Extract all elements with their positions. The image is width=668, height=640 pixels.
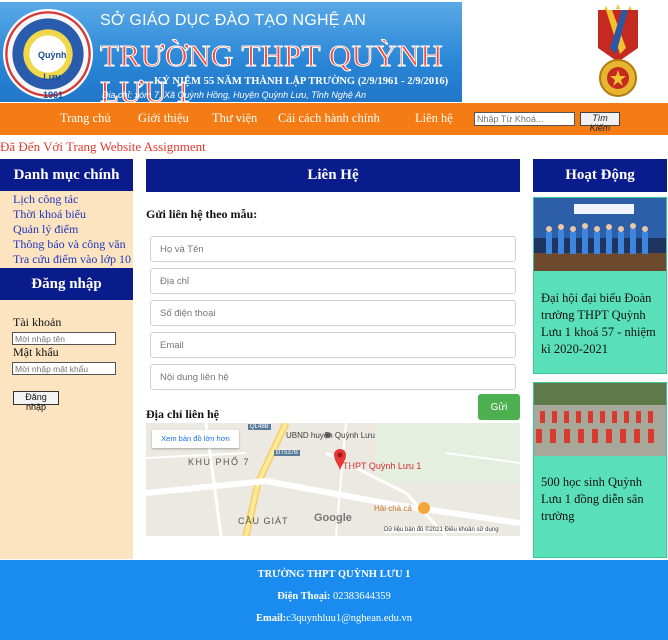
logo-year: 1961	[42, 90, 64, 100]
password-label: Mật khẩu	[13, 345, 59, 359]
footer-phone: Điện Thoại: 02383644359	[0, 591, 668, 602]
login-heading: Đăng nhập	[0, 268, 133, 300]
activity-card[interactable]: Đại hội đại biểu Đoàn trường THPT Quỳnh …	[533, 197, 667, 374]
contact-address-title: Địa chỉ liên hệ	[146, 407, 220, 421]
view-larger-map-link[interactable]: Xem bản đồ lớn hơn	[152, 430, 239, 448]
send-button[interactable]: Gửi	[478, 394, 520, 420]
nav-library[interactable]: Thư viện	[212, 111, 257, 126]
address-field[interactable]	[150, 268, 516, 294]
footer-email: Email:c3quynhluu1@nghean.edu.vn	[0, 613, 668, 624]
police-medal-icon	[598, 4, 638, 97]
map-road-dt537b: ĐT537B	[274, 450, 301, 456]
menu-item-grade-management[interactable]: Quản lý điểm	[13, 222, 78, 237]
nav-contact[interactable]: Liên hệ	[415, 111, 453, 126]
activity-photo	[534, 198, 666, 271]
banner-background: Quỳnh Lưu 1961 SỞ GIÁO DỤC ĐÀO TẠO NGHỆ …	[0, 2, 462, 110]
name-field[interactable]	[150, 236, 516, 262]
contact-form-title: Gửi liên hệ theo mẫu:	[146, 207, 258, 221]
restaurant-icon	[418, 502, 430, 514]
map-label-school: THPT Quỳnh Lưu 1	[343, 461, 422, 471]
main-menu-heading: Danh mục chính	[0, 159, 133, 191]
login-button[interactable]: Đăng nhập	[13, 391, 59, 412]
activity-card[interactable]: 500 học sinh Quỳnh Lưu 1 đồng diễn sân t…	[533, 382, 667, 558]
map-attribution: Dữ liệu bản đồ ©2021 Điều khoản sử dụng	[384, 527, 499, 533]
school-logo: Quỳnh Lưu 1961	[3, 9, 93, 100]
department-name: SỞ GIÁO DỤC ĐÀO TẠO NGHỆ AN	[100, 12, 366, 29]
footer-school-name: TRƯỜNG THPT QUỲNH LƯU 1	[257, 569, 411, 580]
nav-home[interactable]: Trang chủ	[60, 111, 111, 126]
menu-item-work-schedule[interactable]: Lịch công tác	[13, 192, 78, 207]
activity-title: Đại hội đại biểu Đoàn trường THPT Quỳnh …	[541, 291, 656, 356]
google-logo: Google	[314, 512, 352, 524]
content-field[interactable]	[150, 364, 516, 390]
activity-title: 500 học sinh Quỳnh Lưu 1 đồng diễn sân t…	[541, 475, 644, 523]
footer-email-label: Email:	[255, 613, 287, 624]
embedded-map[interactable]: Xem bản đồ lớn hơn UBND huyện Quỳnh Lưu …	[146, 423, 520, 536]
welcome-marquee: Đã Đến Với Trang Website Assignment	[0, 139, 206, 154]
contact-heading: Liên Hệ	[146, 159, 520, 192]
footer-email-value[interactable]: c3quynhluu1@nghean.edu.vn	[286, 613, 412, 624]
username-label: Tài khoản	[13, 315, 62, 329]
search-input[interactable]	[474, 112, 575, 126]
email-field[interactable]	[150, 332, 516, 358]
footer-phone-value: 02383644359	[330, 591, 391, 602]
map-road-ql48b: QL48B	[248, 424, 271, 430]
logo-text: Quỳnh Lưu	[38, 50, 67, 82]
map-label-restaurant: Hải chả cá	[374, 504, 412, 513]
map-label-ubnd: UBND huyện Quỳnh Lưu	[286, 431, 375, 440]
activity-photo	[534, 383, 666, 456]
activities-heading: Hoạt Động	[533, 159, 667, 192]
school-address: Địa chỉ: xóm 7, Xã Quỳnh Hồng, Huyện Quỳ…	[102, 90, 367, 100]
menu-item-grade10-lookup[interactable]: Tra cứu điểm vào lớp 10	[13, 252, 131, 267]
page-footer: TRƯỜNG THPT QUỲNH LƯU 1 Điện Thoại: 0238…	[0, 560, 668, 640]
search-button[interactable]: Tìm Kiếm	[580, 112, 620, 133]
username-input[interactable]	[12, 332, 116, 345]
map-label-cau-giat: CẦU GIÁT	[238, 516, 289, 526]
anniversary-text: KỶ NIỆM 55 NĂM THÀNH LẬP TRƯỜNG (2/9/196…	[154, 76, 449, 87]
menu-item-timetable[interactable]: Thời khoá biểu	[13, 207, 86, 222]
phone-field[interactable]	[150, 300, 516, 326]
nav-about[interactable]: Giới thiệu	[138, 111, 189, 126]
header-banner: Quỳnh Lưu 1961 SỞ GIÁO DỤC ĐÀO TẠO NGHỆ …	[0, 0, 668, 110]
nav-admin-reform[interactable]: Cải cách hành chính	[278, 111, 380, 126]
password-input[interactable]	[12, 362, 116, 375]
footer-phone-label: Điện Thoại:	[277, 591, 331, 602]
map-label-khu-pho: KHU PHỐ 7	[188, 457, 251, 467]
menu-item-announcements[interactable]: Thông báo và công văn	[13, 237, 126, 252]
